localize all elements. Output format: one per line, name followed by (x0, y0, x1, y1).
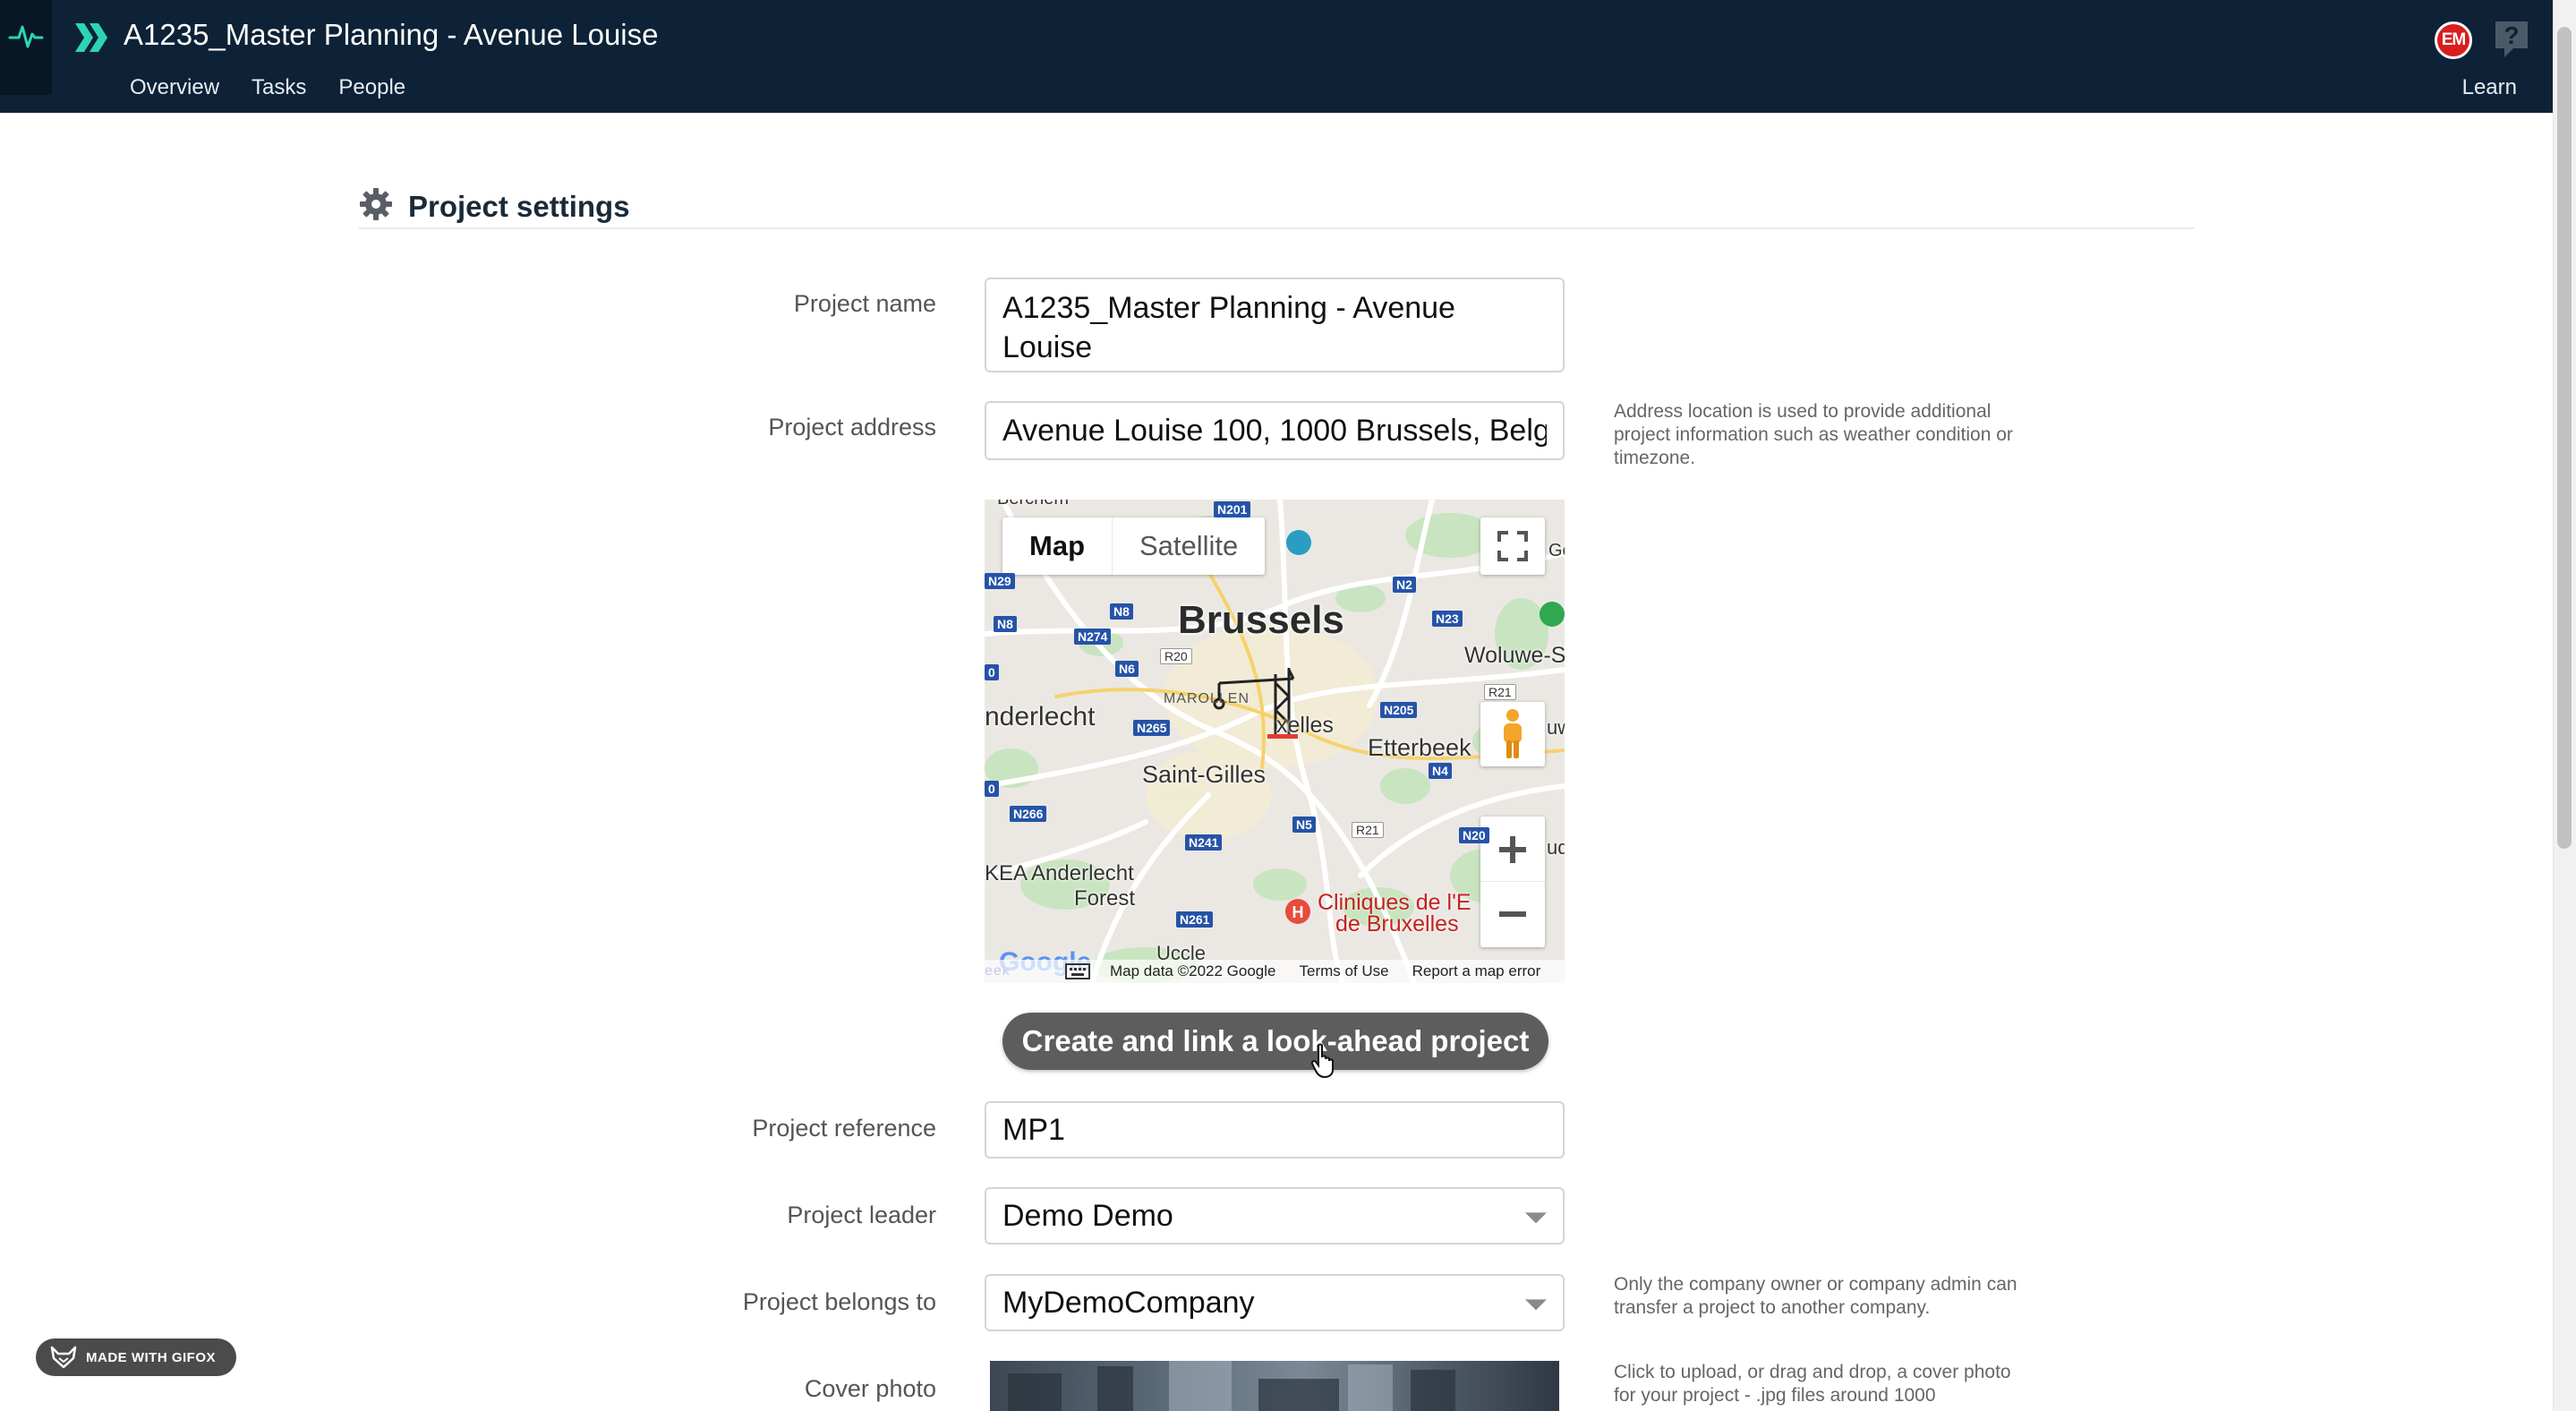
road-badge: N23 (1432, 611, 1463, 627)
cover-photo-hint: Click to upload, or drag and drop, a cov… (1614, 1362, 2011, 1406)
map-label-anderlecht: nderlecht (985, 702, 1096, 731)
fullscreen-icon (1497, 531, 1528, 561)
scrollbar-thumb[interactable] (2557, 27, 2572, 849)
project-address-value: Avenue Louise 100, 1000 Brussels, Belgi (1002, 413, 1547, 448)
chevron-down-icon (1525, 1212, 1547, 1224)
belongs-to-label: Project belongs to (742, 1288, 936, 1315)
road-badge: N20 (1459, 827, 1489, 843)
map-label-berchem: Berchem (997, 500, 1069, 509)
map-data-text: Map data ©2022 Google (1110, 962, 1276, 979)
keyboard-icon[interactable] (1065, 963, 1090, 979)
project-leader-label: Project leader (787, 1201, 936, 1228)
project-reference-label: Project reference (752, 1115, 936, 1142)
map-label-etterbeek: Etterbeek (1368, 734, 1471, 761)
hand-cursor-icon (1310, 1043, 1334, 1079)
activity-pulse-icon[interactable] (0, 0, 52, 95)
road-badge: R21 (1352, 822, 1384, 838)
gear-icon (360, 188, 392, 220)
create-lookahead-button[interactable]: Create and link a look-ahead project (1002, 1013, 1548, 1070)
project-reference-value: MP1 (1002, 1112, 1065, 1147)
road-badge: N261 (1176, 911, 1214, 928)
map-type-satellite[interactable]: Satellite (1113, 517, 1265, 575)
cover-photo-upload[interactable] (990, 1361, 1559, 1411)
map-label-saint-gilles: Saint-Gilles (1142, 761, 1267, 788)
street-view-button[interactable] (1480, 702, 1545, 766)
fox-icon (50, 1346, 77, 1369)
belongs-to-value: MyDemoCompany (1002, 1285, 1255, 1320)
project-leader-value: Demo Demo (1002, 1198, 1173, 1233)
project-address-hint: Address location is used to provide addi… (1614, 401, 2013, 468)
road-badge: N241 (1185, 834, 1223, 851)
gifox-label: MADE WITH GIFOX (86, 1349, 216, 1365)
map-label-ikea: KEA Anderlecht (985, 861, 1134, 885)
svg-text:H: H (1292, 903, 1304, 921)
belongs-to-hint: Only the company owner or company admin … (1614, 1274, 2017, 1318)
project-address-label: Project address (768, 414, 936, 440)
gifox-badge: MADE WITH GIFOX (36, 1338, 236, 1376)
help-icon[interactable]: ? (2492, 18, 2531, 61)
road-badge: N6 (1115, 661, 1139, 677)
zoom-control (1480, 817, 1545, 947)
location-map[interactable]: H Map Satellite Brussels nderlecht Saint… (985, 500, 1565, 983)
road-badge: N2 (1393, 577, 1416, 593)
pegman-icon (1504, 709, 1522, 758)
project-title: A1235_Master Planning - Avenue Louise (124, 18, 659, 51)
road-badge: N8 (994, 616, 1017, 632)
road-badge: R20 (1160, 648, 1192, 664)
map-label-uw: uw (1547, 716, 1565, 739)
map-label-ud: ud (1547, 836, 1565, 859)
map-label-ge: Ge (1548, 541, 1565, 560)
nav-people[interactable]: People (338, 75, 405, 100)
map-report-link[interactable]: Report a map error (1412, 962, 1541, 980)
road-badge: N205 (1380, 702, 1418, 718)
chevron-down-icon (1525, 1299, 1547, 1311)
map-label-marolles: MAROLLEN (1164, 691, 1250, 706)
zoom-out-button[interactable] (1480, 882, 1545, 946)
project-name-label: Project name (793, 290, 936, 317)
map-label-woluwe: Woluwe-Sa (1464, 643, 1565, 668)
map-terms-link[interactable]: Terms of Use (1300, 962, 1389, 980)
section-title: Project settings (408, 190, 630, 223)
plus-icon (1499, 835, 1526, 863)
nav-tasks[interactable]: Tasks (252, 75, 306, 100)
project-address-input[interactable]: Avenue Louise 100, 1000 Brussels, Belgi (985, 401, 1565, 460)
road-badge: N265 (1133, 720, 1171, 736)
map-label-forest: Forest (1074, 886, 1136, 911)
main-nav: Overview Tasks People (130, 75, 405, 100)
road-badge: 0 (985, 781, 999, 797)
map-attribution: Map data ©2022 Google Terms of Use Repor… (985, 960, 1565, 983)
road-badge: R21 (1484, 684, 1516, 700)
road-badge: N274 (1074, 629, 1112, 645)
zoom-in-button[interactable] (1480, 817, 1545, 882)
cover-photo-label: Cover photo (804, 1375, 936, 1402)
road-badge: 0 (985, 664, 999, 680)
fullscreen-button[interactable] (1480, 517, 1545, 575)
road-badge: N201 (1214, 501, 1251, 517)
project-name-input[interactable]: A1235_Master Planning - Avenue Louise (985, 278, 1565, 372)
map-label-brussels: Brussels (1178, 598, 1344, 642)
map-label-ixelles: xelles (1276, 713, 1334, 738)
map-label-clinic-2: de Bruxelles (1335, 911, 1459, 936)
minus-icon (1499, 911, 1526, 917)
project-name-value: A1235_Master Planning - Avenue Louise (1002, 291, 1455, 364)
nav-overview[interactable]: Overview (130, 75, 219, 100)
map-type-map[interactable]: Map (1002, 517, 1113, 575)
project-reference-input[interactable]: MP1 (985, 1101, 1565, 1159)
road-badge: N4 (1429, 763, 1452, 779)
svg-text:?: ? (2503, 21, 2519, 49)
road-badge: N266 (1010, 806, 1047, 822)
learn-link[interactable]: Learn (2462, 75, 2517, 100)
road-badge: N5 (1292, 817, 1316, 833)
top-header: A1235_Master Planning - Avenue Louise Ov… (0, 0, 2553, 113)
road-badge: N8 (1110, 603, 1133, 620)
belongs-to-select[interactable]: MyDemoCompany (985, 1274, 1565, 1331)
app-logo-icon[interactable] (73, 20, 109, 56)
road-badge: N29 (985, 573, 1015, 589)
user-avatar[interactable]: EM (2435, 21, 2472, 59)
section-divider (358, 227, 2195, 229)
project-leader-select[interactable]: Demo Demo (985, 1187, 1565, 1244)
map-type-control: Map Satellite (1002, 517, 1266, 575)
